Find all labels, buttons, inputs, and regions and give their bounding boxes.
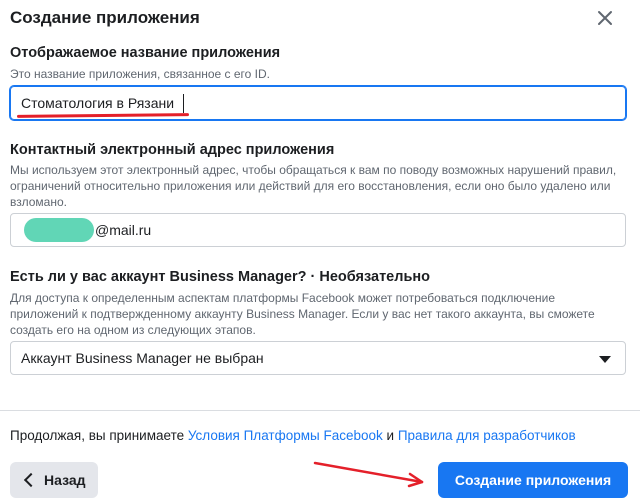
business-manager-help: Для доступа к определенным аспектам плат… — [10, 291, 595, 337]
platform-terms-link[interactable]: Условия Платформы Facebook — [188, 428, 383, 443]
footer-divider — [0, 410, 640, 411]
annotation-arrow-icon — [313, 461, 424, 488]
business-manager-selected: Аккаунт Business Manager не выбран — [21, 350, 264, 366]
contact-email-input[interactable]: @mail.ru — [10, 213, 626, 247]
dialog-header: Создание приложения — [0, 0, 640, 40]
app-name-value: Стоматология в Рязани — [21, 95, 175, 111]
app-name-label: Отображаемое название приложения — [10, 45, 281, 61]
business-manager-label: Есть ли у вас аккаунт Business Manager? … — [10, 269, 430, 285]
dialog-title: Создание приложения — [10, 8, 200, 27]
contact-email-help: Мы используем этот электронный адрес, чт… — [10, 163, 617, 209]
business-manager-select[interactable]: Аккаунт Business Manager не выбран — [10, 341, 626, 375]
terms-text: Продолжая, вы принимаете Условия Платфор… — [10, 428, 576, 443]
dropdown-arrow-icon — [599, 356, 611, 363]
create-app-button[interactable]: Создание приложения — [438, 462, 628, 498]
contact-email-value: @mail.ru — [95, 222, 152, 238]
terms-and: и — [386, 428, 395, 443]
terms-prefix: Продолжая, вы принимаете — [10, 428, 185, 443]
close-icon[interactable] — [596, 9, 614, 27]
contact-email-label: Контактный электронный адрес приложения — [10, 142, 335, 158]
app-name-help: Это название приложения, связанное с его… — [10, 67, 270, 81]
back-button[interactable]: Назад — [10, 462, 98, 498]
text-caret — [183, 94, 184, 113]
create-app-dialog: Создание приложения Отображаемое названи… — [0, 0, 640, 502]
chevron-left-icon — [23, 472, 39, 488]
redaction-blob — [24, 218, 94, 242]
developer-policies-link[interactable]: Правила для разработчиков — [398, 428, 576, 443]
back-button-label: Назад — [44, 472, 86, 488]
